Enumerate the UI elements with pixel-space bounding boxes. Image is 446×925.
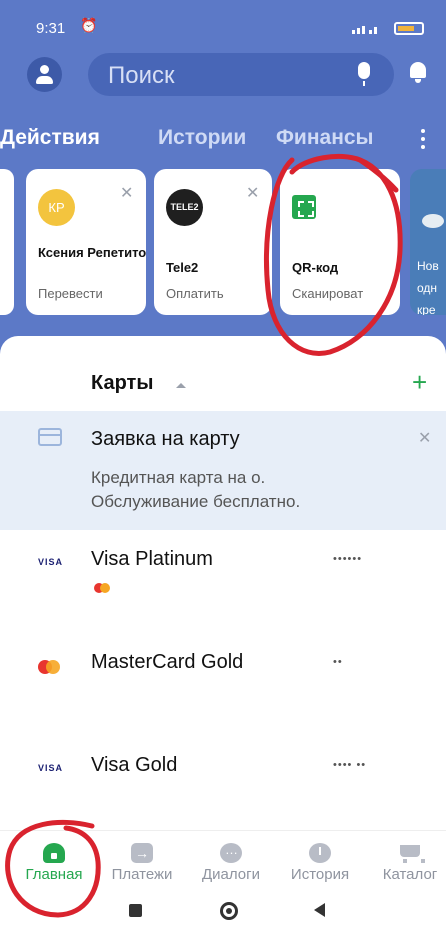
cards-section-title[interactable]: Карты bbox=[91, 372, 153, 395]
signal-icon bbox=[352, 24, 380, 34]
close-icon[interactable]: ✕ bbox=[246, 183, 259, 203]
nav-dialogs[interactable]: Диалоги bbox=[191, 831, 271, 893]
action-card-subtitle: Сканироват bbox=[292, 286, 364, 301]
nav-catalog[interactable]: Каталог bbox=[370, 831, 446, 893]
card-number-mask: •• bbox=[333, 656, 343, 668]
status-bar: 9:31 ⏰ bbox=[0, 0, 446, 44]
nav-label: Диалоги bbox=[202, 866, 260, 883]
add-card-button[interactable]: + bbox=[412, 367, 427, 398]
tele2-logo: TELE2 bbox=[166, 189, 203, 226]
system-navigation-bar bbox=[0, 892, 446, 925]
card-row-mastercard-gold[interactable]: MasterCard Gold •• bbox=[0, 646, 446, 706]
microphone-icon[interactable] bbox=[358, 62, 370, 86]
battery-icon bbox=[394, 22, 424, 35]
visa-logo-icon: VISA bbox=[38, 557, 64, 567]
search-placeholder: Поиск bbox=[108, 62, 175, 89]
action-card-title: QR-код bbox=[292, 260, 339, 275]
mastercard-logo-icon bbox=[38, 660, 62, 674]
action-card-title: Ксения Репетитор bbox=[38, 245, 146, 260]
section-tabs: Действия Истории Финансы bbox=[0, 126, 446, 156]
action-card-ksenia[interactable]: КР ✕ Ксения Репетитор Перевести bbox=[26, 169, 146, 315]
home-circle-icon[interactable] bbox=[220, 902, 238, 920]
action-card-peek[interactable] bbox=[0, 169, 14, 315]
profile-button[interactable] bbox=[27, 57, 62, 92]
home-icon bbox=[43, 843, 65, 863]
nav-label: Платежи bbox=[111, 866, 173, 883]
bottom-navigation: Главная Платежи Диалоги История Каталог bbox=[0, 830, 446, 892]
cart-icon bbox=[399, 843, 425, 863]
action-card-qr[interactable]: QR-код Сканироват bbox=[280, 169, 400, 315]
tab-actions[interactable]: Действия bbox=[0, 126, 100, 150]
nav-label: Главная bbox=[25, 866, 83, 883]
card-name: Visa Platinum bbox=[91, 548, 213, 570]
action-card-subtitle: Перевести bbox=[38, 286, 103, 301]
card-application-description: Обслуживание бесплатно. bbox=[91, 492, 301, 511]
contact-avatar: КР bbox=[38, 189, 75, 226]
payments-icon bbox=[131, 843, 153, 863]
qr-code-icon bbox=[292, 195, 316, 219]
alarm-icon: ⏰ bbox=[80, 17, 98, 33]
search-bar[interactable]: Поиск bbox=[88, 53, 394, 96]
visa-logo-icon: VISA bbox=[38, 763, 64, 773]
status-time: 9:31 bbox=[36, 20, 66, 37]
card-number-mask: •••• •• bbox=[333, 759, 367, 771]
promo-line: одн bbox=[417, 281, 438, 295]
card-row-visa-platinum[interactable]: VISA Visa Platinum •••••• bbox=[0, 543, 446, 603]
clock-icon bbox=[309, 843, 331, 863]
nav-label: История bbox=[290, 866, 350, 883]
tab-stories[interactable]: Истории bbox=[158, 126, 246, 150]
collapse-caret-icon[interactable] bbox=[176, 383, 186, 388]
nav-payments[interactable]: Платежи bbox=[102, 831, 182, 893]
nav-label: Каталог bbox=[382, 866, 438, 883]
card-application-description: Кредитная карта на о. bbox=[91, 468, 266, 487]
action-card-subtitle: Оплатить bbox=[166, 286, 224, 301]
card-name: MasterCard Gold bbox=[91, 651, 244, 673]
card-row-visa-gold[interactable]: VISA Visa Gold •••• •• bbox=[0, 749, 446, 809]
promo-line: Нов bbox=[417, 259, 439, 273]
card-number-mask: •••••• bbox=[333, 553, 363, 565]
close-icon[interactable]: ✕ bbox=[418, 428, 431, 448]
promo-line: кре bbox=[417, 303, 436, 315]
more-menu-icon[interactable] bbox=[420, 128, 426, 150]
action-card-title: Tele2 bbox=[166, 260, 199, 275]
card-name: Visa Gold bbox=[91, 754, 178, 776]
close-icon[interactable]: ✕ bbox=[120, 183, 133, 203]
cashback-icon bbox=[94, 583, 110, 593]
nav-history[interactable]: История bbox=[280, 831, 360, 893]
nav-home[interactable]: Главная bbox=[14, 831, 94, 893]
recent-apps-icon[interactable] bbox=[129, 904, 142, 917]
action-card-tele2[interactable]: TELE2 ✕ Tele2 Оплатить bbox=[154, 169, 272, 315]
chat-icon bbox=[220, 842, 242, 863]
card-application-title: Заявка на карту bbox=[91, 428, 240, 450]
notifications-icon[interactable] bbox=[410, 62, 426, 83]
promo-card[interactable]: Нов одн кре bbox=[410, 169, 446, 315]
promo-image bbox=[422, 214, 444, 228]
profile-icon bbox=[40, 65, 49, 74]
tab-finances[interactable]: Финансы bbox=[276, 126, 374, 150]
credit-card-icon bbox=[38, 428, 62, 446]
back-icon[interactable] bbox=[314, 903, 325, 917]
